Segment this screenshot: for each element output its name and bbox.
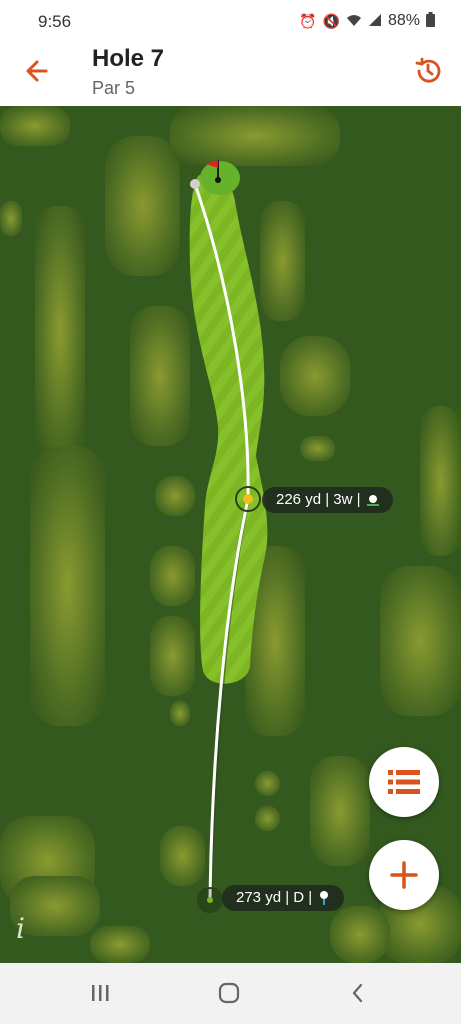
history-button[interactable] bbox=[413, 56, 443, 86]
add-shot-button[interactable] bbox=[369, 840, 439, 910]
system-nav-bar bbox=[0, 963, 461, 1024]
battery-percent: 88% bbox=[387, 12, 420, 29]
plus-icon bbox=[390, 861, 418, 889]
recent-apps-button[interactable] bbox=[80, 977, 120, 1009]
chevron-left-icon bbox=[352, 983, 363, 1003]
golf-ball-icon bbox=[366, 495, 379, 506]
recent-apps-icon bbox=[92, 985, 109, 1001]
battery-icon bbox=[426, 12, 435, 30]
alarm-icon: ⏰ bbox=[299, 12, 317, 29]
arrow-left-icon bbox=[26, 60, 48, 82]
shot-list-button[interactable] bbox=[369, 747, 439, 817]
signal-icon bbox=[368, 13, 382, 30]
course-drawing bbox=[0, 106, 461, 963]
course-map[interactable]: 226 yd | 3w | 273 yd | D | i bbox=[0, 106, 461, 963]
status-bar: 9:56 ⏰ 🔇 88% bbox=[0, 0, 461, 44]
home-button[interactable] bbox=[209, 977, 249, 1009]
list-icon bbox=[388, 770, 420, 794]
status-icons: ⏰ 🔇 88% bbox=[299, 12, 435, 30]
history-icon bbox=[415, 57, 441, 83]
status-time: 9:56 bbox=[38, 12, 72, 31]
back-button[interactable] bbox=[22, 56, 52, 86]
hole-par: Par 5 bbox=[92, 78, 136, 98]
hole-title: Hole 7 bbox=[92, 45, 165, 72]
app-header: Hole 7 Par 5 bbox=[0, 44, 461, 106]
system-back-button[interactable] bbox=[338, 977, 378, 1009]
wifi-icon bbox=[346, 13, 362, 30]
tee-icon bbox=[320, 891, 329, 905]
tee-distance-label: 273 yd | D | bbox=[222, 885, 345, 911]
pin-point bbox=[190, 179, 200, 189]
info-icon[interactable]: i bbox=[16, 912, 25, 945]
home-icon bbox=[218, 982, 240, 1004]
mute-icon: 🔇 bbox=[322, 12, 340, 29]
target-distance-label: 226 yd | 3w | bbox=[262, 487, 393, 513]
